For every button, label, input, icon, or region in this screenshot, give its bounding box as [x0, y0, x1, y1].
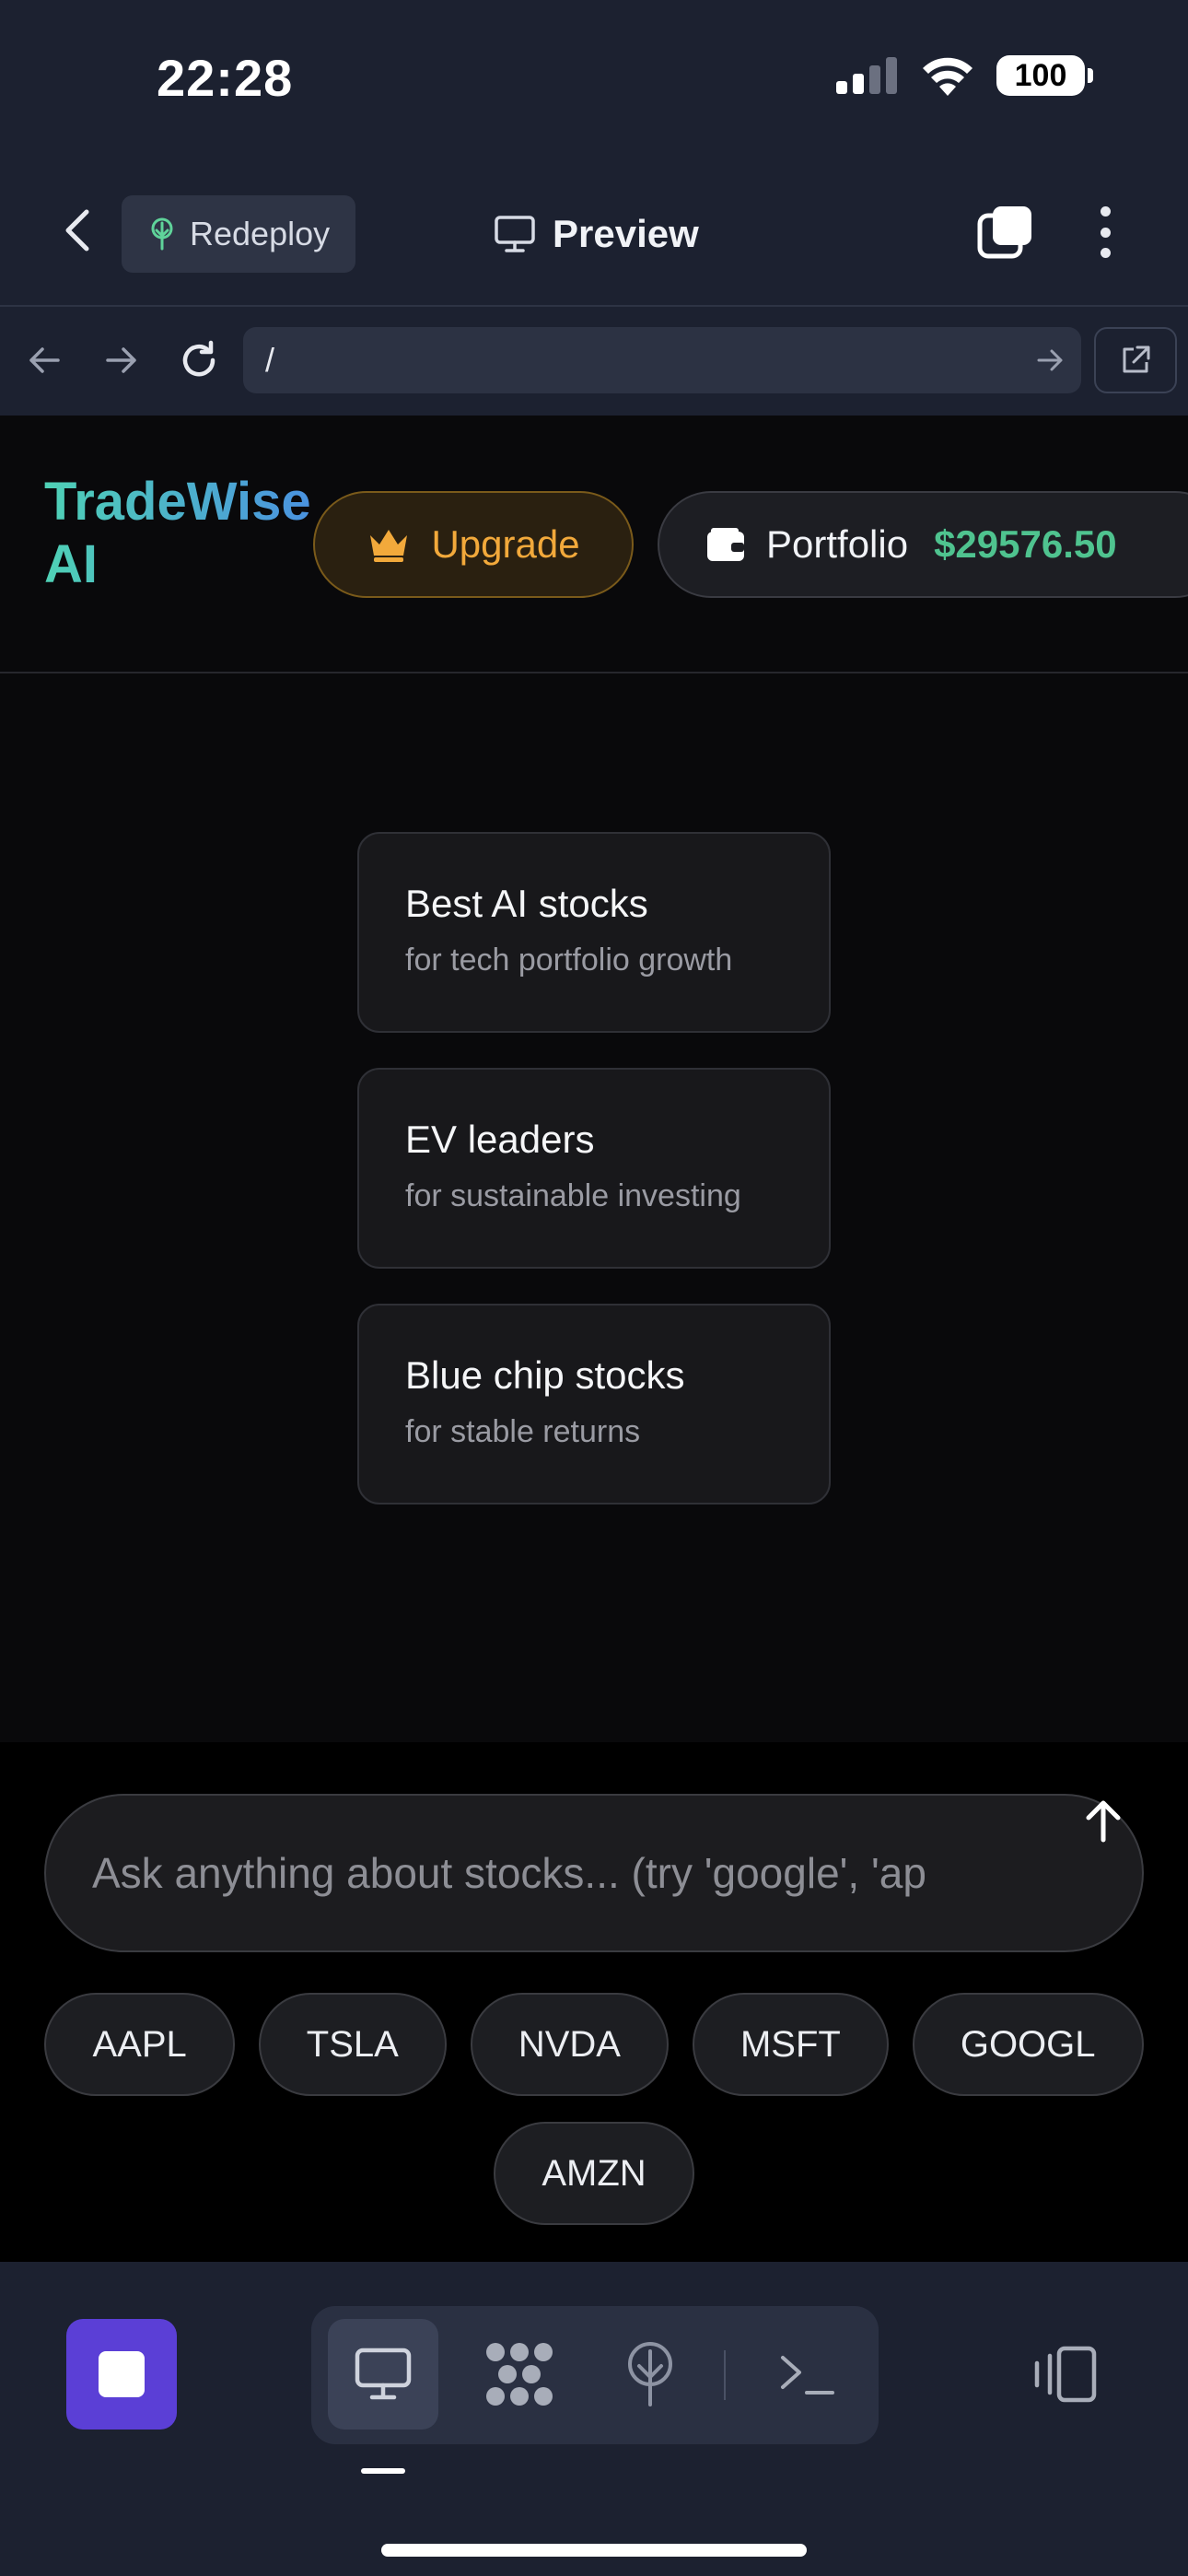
- ticker-chip-aapl[interactable]: AAPL: [44, 1993, 235, 2096]
- terminal-tab-button[interactable]: [751, 2319, 862, 2430]
- ticker-chip-amzn[interactable]: AMZN: [494, 2122, 694, 2225]
- browser-forward-button[interactable]: [96, 334, 147, 386]
- stop-icon: [99, 2351, 145, 2397]
- deploy-tree-icon: [151, 217, 173, 251]
- suggestion-card[interactable]: Best AI stocks for tech portfolio growth: [357, 832, 831, 1033]
- browser-nav-bar: /: [0, 307, 1188, 416]
- preview-title-text: Preview: [553, 212, 699, 255]
- workflow-tab-button[interactable]: [464, 2319, 575, 2430]
- more-dot-icon: [1100, 248, 1111, 258]
- tabs-icon: [977, 206, 1031, 259]
- view-switcher: [311, 2306, 879, 2444]
- suggestion-list: Best AI stocks for tech portfolio growth…: [357, 832, 831, 1540]
- preview-tab-button[interactable]: [328, 2319, 438, 2430]
- reload-button[interactable]: [173, 334, 225, 386]
- arrow-left-icon: [29, 347, 60, 373]
- portfolio-button[interactable]: Portfolio $29576.50: [658, 491, 1188, 598]
- chat-input[interactable]: Ask anything about stocks... (try 'googl…: [44, 1794, 1144, 1952]
- web-preview: TradeWise AI Upgrade Portfolio $29576.50…: [0, 416, 1188, 2262]
- suggestion-card[interactable]: Blue chip stocks for stable returns: [357, 1304, 831, 1505]
- arrow-right-icon: [106, 347, 136, 373]
- monitor-icon: [355, 2348, 412, 2400]
- status-indicators: 100: [836, 55, 1093, 96]
- suggestion-title: Best AI stocks: [405, 882, 648, 925]
- back-button[interactable]: [52, 205, 103, 256]
- chat-input-placeholder: Ask anything about stocks... (try 'googl…: [92, 1849, 926, 1897]
- ticker-chips: AAPL TSLA NVDA MSFT GOOGL AMZN: [44, 1993, 1144, 2225]
- more-menu-button[interactable]: [1083, 201, 1127, 263]
- stop-button[interactable]: [66, 2319, 177, 2430]
- send-button[interactable]: [1076, 1794, 1131, 1849]
- upgrade-label: Upgrade: [431, 522, 580, 566]
- nodes-icon: [486, 2343, 553, 2406]
- suggestion-subtitle: for stable returns: [405, 1414, 641, 1449]
- portfolio-value: $29576.50: [934, 522, 1117, 566]
- crown-icon: [370, 530, 408, 562]
- arrow-up-icon: [1086, 1800, 1121, 1843]
- suggestion-title: Blue chip stocks: [405, 1353, 685, 1397]
- ticker-chip-googl[interactable]: GOOGL: [912, 1993, 1144, 2096]
- deploy-tree-icon: [628, 2342, 672, 2406]
- reload-icon: [182, 340, 215, 377]
- ticker-chip-msft[interactable]: MSFT: [692, 1993, 889, 2096]
- site-header: TradeWise AI Upgrade Portfolio $29576.50: [0, 416, 1188, 673]
- more-dot-icon: [1100, 227, 1111, 238]
- cellular-signal-icon: [836, 57, 897, 94]
- external-link-icon: [1123, 345, 1150, 373]
- suggestion-title: EV leaders: [405, 1118, 595, 1161]
- browser-back-button[interactable]: [18, 334, 70, 386]
- more-dot-icon: [1100, 206, 1111, 217]
- status-time: 22:28: [157, 49, 294, 107]
- devices-icon: [1034, 2346, 1097, 2403]
- status-bar: 22:28 100: [0, 0, 1188, 157]
- suggestion-card[interactable]: EV leaders for sustainable investing: [357, 1068, 831, 1269]
- monitor-icon: [495, 216, 535, 252]
- battery-indicator: 100: [996, 55, 1093, 96]
- terminal-icon: [781, 2356, 834, 2395]
- brand-logo[interactable]: TradeWise AI: [44, 471, 320, 596]
- chat-area: Ask anything about stocks... (try 'googl…: [0, 1742, 1188, 2262]
- url-input[interactable]: /: [243, 327, 1081, 393]
- upgrade-button[interactable]: Upgrade: [313, 491, 634, 598]
- chevron-left-icon: [65, 209, 89, 252]
- open-external-button[interactable]: [1094, 327, 1177, 393]
- go-arrow-icon[interactable]: [1033, 344, 1066, 377]
- preview-title: Preview: [494, 205, 699, 263]
- ticker-chip-tsla[interactable]: TSLA: [258, 1993, 447, 2096]
- wifi-icon: [923, 57, 973, 96]
- tabs-button[interactable]: [976, 203, 1035, 262]
- wallet-icon: [707, 528, 744, 561]
- home-indicator: [381, 2544, 807, 2557]
- suggestion-subtitle: for sustainable investing: [405, 1178, 741, 1213]
- deploy-tab-button[interactable]: [595, 2319, 705, 2430]
- device-toggle-button[interactable]: [1028, 2337, 1101, 2411]
- url-text: /: [265, 341, 275, 379]
- toolbar-separator: [724, 2350, 726, 2400]
- ticker-chip-nvda[interactable]: NVDA: [470, 1993, 669, 2096]
- bottom-toolbar: [0, 2262, 1188, 2576]
- portfolio-label: Portfolio: [766, 522, 909, 566]
- redeploy-label: Redeploy: [190, 215, 331, 252]
- app-bar: Redeploy Preview: [0, 157, 1188, 306]
- suggestion-subtitle: for tech portfolio growth: [405, 943, 733, 978]
- redeploy-button[interactable]: Redeploy: [122, 195, 355, 273]
- active-tab-indicator: [361, 2468, 405, 2474]
